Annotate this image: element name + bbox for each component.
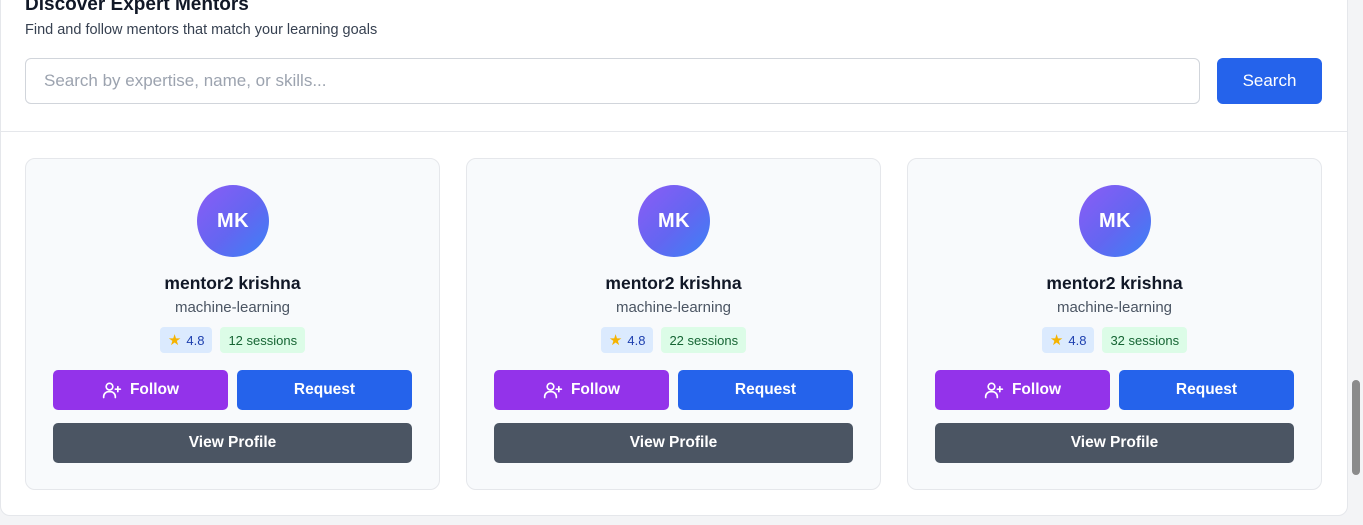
follow-button[interactable]: Follow [935, 370, 1110, 410]
page-title: Discover Expert Mentors [25, 0, 249, 15]
follow-button[interactable]: Follow [53, 370, 228, 410]
request-button[interactable]: Request [1119, 370, 1294, 410]
mentor-badges: ★ 4.8 12 sessions [26, 327, 439, 353]
page-subtitle: Find and follow mentors that match your … [25, 22, 378, 38]
rating-value: 4.8 [186, 332, 205, 348]
mentor-name: mentor2 krishna [1046, 273, 1183, 293]
mentor-name: mentor2 krishna [164, 273, 301, 293]
sessions-badge: 22 sessions [661, 327, 747, 353]
mentor-badges: ★ 4.8 32 sessions [908, 327, 1321, 353]
rating-badge: ★ 4.8 [1041, 327, 1095, 353]
request-button[interactable]: Request [237, 370, 412, 410]
follow-button[interactable]: Follow [494, 370, 669, 410]
follow-label: Follow [570, 381, 621, 398]
rating-badge: ★ 4.8 [600, 327, 654, 353]
divider [0, 131, 1348, 132]
view-profile-button[interactable]: View Profile [935, 423, 1294, 463]
mentor-badges: ★ 4.8 22 sessions [467, 327, 880, 353]
search-input[interactable] [25, 58, 1200, 104]
rating-value: 4.8 [1068, 332, 1087, 348]
scrollbar-thumb[interactable] [1352, 380, 1360, 475]
follow-label: Follow [129, 381, 180, 398]
mentor-expertise: machine-learning [1056, 299, 1173, 316]
follow-label: Follow [1011, 381, 1062, 398]
mentor-expertise: machine-learning [174, 299, 291, 316]
user-plus-icon [543, 382, 563, 399]
view-profile-button[interactable]: View Profile [494, 423, 853, 463]
mentor-expertise: machine-learning [615, 299, 732, 316]
star-icon: ★ [1049, 331, 1064, 349]
mentor-card: MK mentor2 krishna machine-learning ★ 4.… [25, 158, 440, 490]
sessions-badge: 12 sessions [220, 327, 306, 353]
rating-value: 4.8 [627, 332, 646, 348]
mentor-card: MK mentor2 krishna machine-learning ★ 4.… [466, 158, 881, 490]
avatar: MK [638, 185, 710, 257]
mentor-card: MK mentor2 krishna machine-learning ★ 4.… [907, 158, 1322, 490]
view-profile-button[interactable]: View Profile [53, 423, 412, 463]
mentor-name: mentor2 krishna [605, 273, 742, 293]
star-icon: ★ [167, 331, 182, 349]
star-icon: ★ [608, 331, 623, 349]
rating-badge: ★ 4.8 [159, 327, 213, 353]
avatar: MK [197, 185, 269, 257]
user-plus-icon [102, 382, 122, 399]
avatar: MK [1079, 185, 1151, 257]
request-button[interactable]: Request [678, 370, 853, 410]
user-plus-icon [984, 382, 1004, 399]
sessions-badge: 32 sessions [1102, 327, 1188, 353]
search-button[interactable]: Search [1217, 58, 1322, 104]
